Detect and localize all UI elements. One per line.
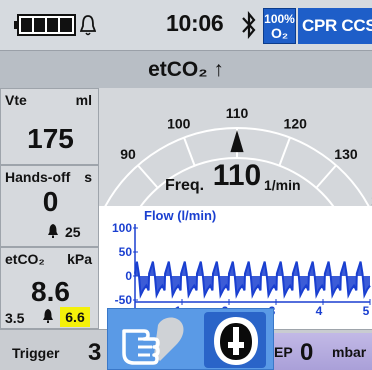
frequency-gauge[interactable]: 8090100110120130140 Freq. 110 1/min — [99, 88, 372, 206]
peep-setting-button[interactable]: EP 0 mbar — [268, 333, 372, 370]
gauge-tick — [183, 137, 196, 167]
etco2-value: 8.6 — [31, 276, 70, 307]
oxygen-label: O₂ — [270, 25, 289, 41]
alarm-bell-icon — [43, 309, 53, 323]
vte-value: 175 — [27, 123, 74, 154]
hands-off-label: Hands-off — [5, 169, 71, 185]
etco2-unit: kPa — [67, 251, 92, 267]
etco2-low-limit: 3.5 — [5, 310, 25, 326]
gauge-tick — [315, 164, 337, 189]
flow-chart-title: Flow (l/min) — [144, 208, 216, 223]
hands-off-unit: s — [84, 169, 92, 185]
x-tick-label: 5 — [363, 304, 370, 318]
battery-icon — [14, 14, 76, 36]
hands-off-heart-icon[interactable] — [114, 313, 194, 369]
etco2-label: etCO₂ — [5, 251, 45, 267]
gauge-tick-label: 100 — [167, 116, 191, 132]
gauge-tick-label: 110 — [226, 105, 249, 121]
oxygen-indicator[interactable]: 100% O₂ — [263, 8, 296, 44]
clock: 10:06 — [166, 10, 224, 36]
trigger-setting-button[interactable]: Trigger 3 — [4, 336, 104, 368]
peep-label: EP — [274, 344, 293, 360]
peep-value: 0 — [300, 339, 314, 366]
vte-unit: ml — [75, 92, 92, 108]
cpr-icon[interactable] — [212, 315, 260, 367]
status-bar: 10:06 100% O₂ CPR CCSV — [0, 0, 372, 50]
y-tick-label: 0 — [125, 269, 132, 283]
oxygen-percent: 100% — [264, 12, 295, 26]
bell-icon — [80, 15, 96, 36]
alarm-message: etCO₂ ↑ — [148, 58, 224, 81]
hands-off-alarm-limit: 25 — [65, 224, 81, 240]
trigger-label: Trigger — [12, 345, 60, 361]
gauge-needle — [230, 130, 244, 153]
etco2-tile[interactable]: etCO₂ kPa 8.6 3.5 6.6 — [0, 247, 99, 329]
frequency-gauge-dial: 8090100110120130140 Freq. 110 1/min — [99, 105, 372, 206]
gauge-tick-label: 90 — [120, 146, 136, 162]
vte-tile[interactable]: Vte ml 175 — [0, 88, 99, 165]
cpr-overlay[interactable] — [107, 308, 274, 370]
hands-off-tile[interactable]: Hands-off s 0 25 — [0, 165, 99, 247]
y-tick-label: 50 — [119, 245, 133, 259]
y-tick-label: -50 — [115, 293, 133, 307]
ventilation-mode-button[interactable]: CPR CCSV — [298, 8, 372, 44]
alarm-bell-icon — [48, 224, 58, 238]
gauge-label: Freq. — [165, 177, 204, 194]
bluetooth-icon — [242, 11, 256, 39]
gauge-unit: 1/min — [264, 177, 301, 193]
alarm-message-bar[interactable]: etCO₂ ↑ — [0, 50, 372, 88]
hands-off-value: 0 — [42, 186, 59, 217]
trigger-value: 3 — [88, 339, 102, 366]
gauge-value: 110 — [213, 159, 261, 192]
gauge-tick — [278, 137, 291, 167]
gauge-tick-label: 130 — [334, 146, 358, 162]
vte-label: Vte — [5, 92, 27, 108]
gauge-tick-label: 120 — [284, 116, 308, 132]
y-tick-label: 100 — [112, 221, 132, 235]
gauge-tick — [137, 164, 159, 189]
peep-unit: mbar — [332, 344, 367, 360]
etco2-high-limit: 6.6 — [60, 307, 90, 327]
x-tick-label: 4 — [316, 304, 323, 318]
